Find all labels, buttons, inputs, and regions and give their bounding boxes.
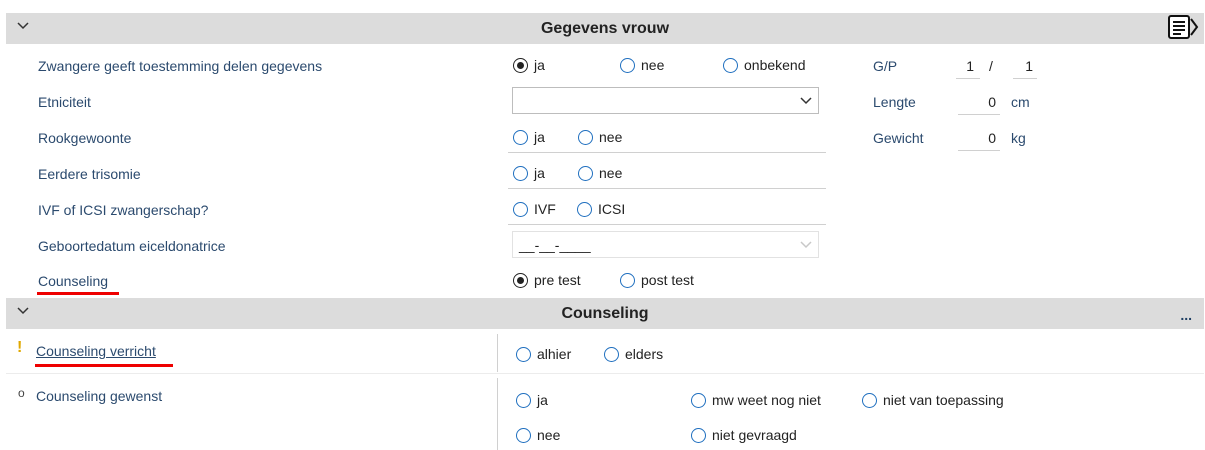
consent-nee-radio[interactable]: nee xyxy=(620,57,664,73)
section-title: Counseling xyxy=(561,305,649,322)
ivf-icsi-radio[interactable]: ICSI xyxy=(577,201,625,217)
gp-label: G/P xyxy=(873,58,898,74)
trisomy-ja-radio[interactable]: ja xyxy=(513,165,545,181)
gp-p-value[interactable]: 1 xyxy=(1019,58,1033,74)
smoking-label: Rookgewoonte xyxy=(38,130,132,146)
consent-ja-radio[interactable]: ja xyxy=(513,57,545,73)
donor-birthdate-field[interactable]: __-__-____ xyxy=(512,231,819,258)
warning-icon: ! xyxy=(17,339,23,356)
radio-icon xyxy=(513,129,528,145)
wish-ja-radio[interactable]: ja xyxy=(516,392,548,408)
gp-g-field[interactable] xyxy=(956,78,980,79)
weight-field[interactable] xyxy=(958,150,1000,151)
counseling-done-label: Counseling verricht xyxy=(36,343,156,359)
counseling-label: Counseling xyxy=(38,273,109,289)
radio-icon xyxy=(862,392,877,408)
weight-unit: kg xyxy=(1011,130,1026,146)
gp-p-field[interactable] xyxy=(1013,78,1037,79)
donor-birthdate-label: Geboortedatum eiceldonatrice xyxy=(38,238,226,254)
ethnicity-select[interactable] xyxy=(512,87,819,114)
section-header-counseling[interactable]: Counseling ... xyxy=(6,298,1204,329)
ivf-divider xyxy=(508,224,826,225)
smoking-divider xyxy=(508,152,826,153)
radio-icon xyxy=(691,427,706,443)
chevron-down-icon xyxy=(800,241,812,249)
weight-label: Gewicht xyxy=(873,130,924,146)
done-alhier-radio[interactable]: alhier xyxy=(516,346,571,362)
radio-icon xyxy=(513,165,528,181)
radio-checked-icon xyxy=(513,57,528,73)
column-divider xyxy=(497,334,498,372)
radio-icon xyxy=(578,129,593,145)
section-header-gegevens-vrouw[interactable]: Gegevens vrouw xyxy=(6,13,1204,44)
counseling-highlight xyxy=(37,292,119,295)
row-divider xyxy=(6,373,1204,374)
wish-weet-niet-radio[interactable]: mw weet nog niet xyxy=(691,392,821,408)
consent-onbekend-radio[interactable]: onbekend xyxy=(723,57,806,73)
wish-nee-radio[interactable]: nee xyxy=(516,427,560,443)
radio-icon xyxy=(723,57,738,73)
trisomy-nee-radio[interactable]: nee xyxy=(578,165,622,181)
counseling-posttest-radio[interactable]: post test xyxy=(620,272,694,288)
radio-icon xyxy=(516,427,531,443)
gp-separator: / xyxy=(989,58,993,74)
length-unit: cm xyxy=(1011,94,1030,110)
length-value[interactable]: 0 xyxy=(960,94,996,110)
wish-niet-van-toepassing-radio[interactable]: niet van toepassing xyxy=(862,392,1004,408)
more-options-icon[interactable]: ... xyxy=(1180,307,1192,323)
ethnicity-label: Etniciteit xyxy=(38,94,91,110)
chevron-down-icon xyxy=(800,97,812,105)
section-title: Gegevens vrouw xyxy=(540,20,670,37)
radio-checked-icon xyxy=(513,272,528,288)
weight-value[interactable]: 0 xyxy=(960,130,996,146)
document-icon[interactable] xyxy=(1167,14,1199,40)
smoking-nee-radio[interactable]: nee xyxy=(578,129,622,145)
radio-icon xyxy=(578,165,593,181)
smoking-ja-radio[interactable]: ja xyxy=(513,129,545,145)
done-elders-radio[interactable]: elders xyxy=(604,346,663,362)
radio-icon xyxy=(620,272,635,288)
length-field[interactable] xyxy=(958,114,1000,115)
wish-niet-gevraagd-radio[interactable]: niet gevraagd xyxy=(691,427,797,443)
optional-marker-icon: o xyxy=(18,386,25,400)
radio-icon xyxy=(516,346,531,362)
counseling-pretest-radio[interactable]: pre test xyxy=(513,272,581,288)
counseling-done-highlight xyxy=(35,364,173,367)
counseling-wish-label: Counseling gewenst xyxy=(36,388,163,404)
column-divider xyxy=(497,378,498,450)
length-label: Lengte xyxy=(873,94,916,110)
gp-g-value[interactable]: 1 xyxy=(960,58,974,74)
radio-icon xyxy=(513,201,528,217)
donor-birthdate-value: __-__-____ xyxy=(519,237,591,253)
ivf-label: IVF of ICSI zwangerschap? xyxy=(38,202,209,218)
radio-icon xyxy=(516,392,531,408)
radio-icon xyxy=(577,201,592,217)
consent-label: Zwangere geeft toestemming delen gegeven… xyxy=(38,58,323,74)
radio-icon xyxy=(604,346,619,362)
trisomy-divider xyxy=(508,188,826,189)
trisomy-label: Eerdere trisomie xyxy=(38,166,141,182)
radio-icon xyxy=(620,57,635,73)
radio-icon xyxy=(691,392,706,408)
ivf-ivf-radio[interactable]: IVF xyxy=(513,201,556,217)
